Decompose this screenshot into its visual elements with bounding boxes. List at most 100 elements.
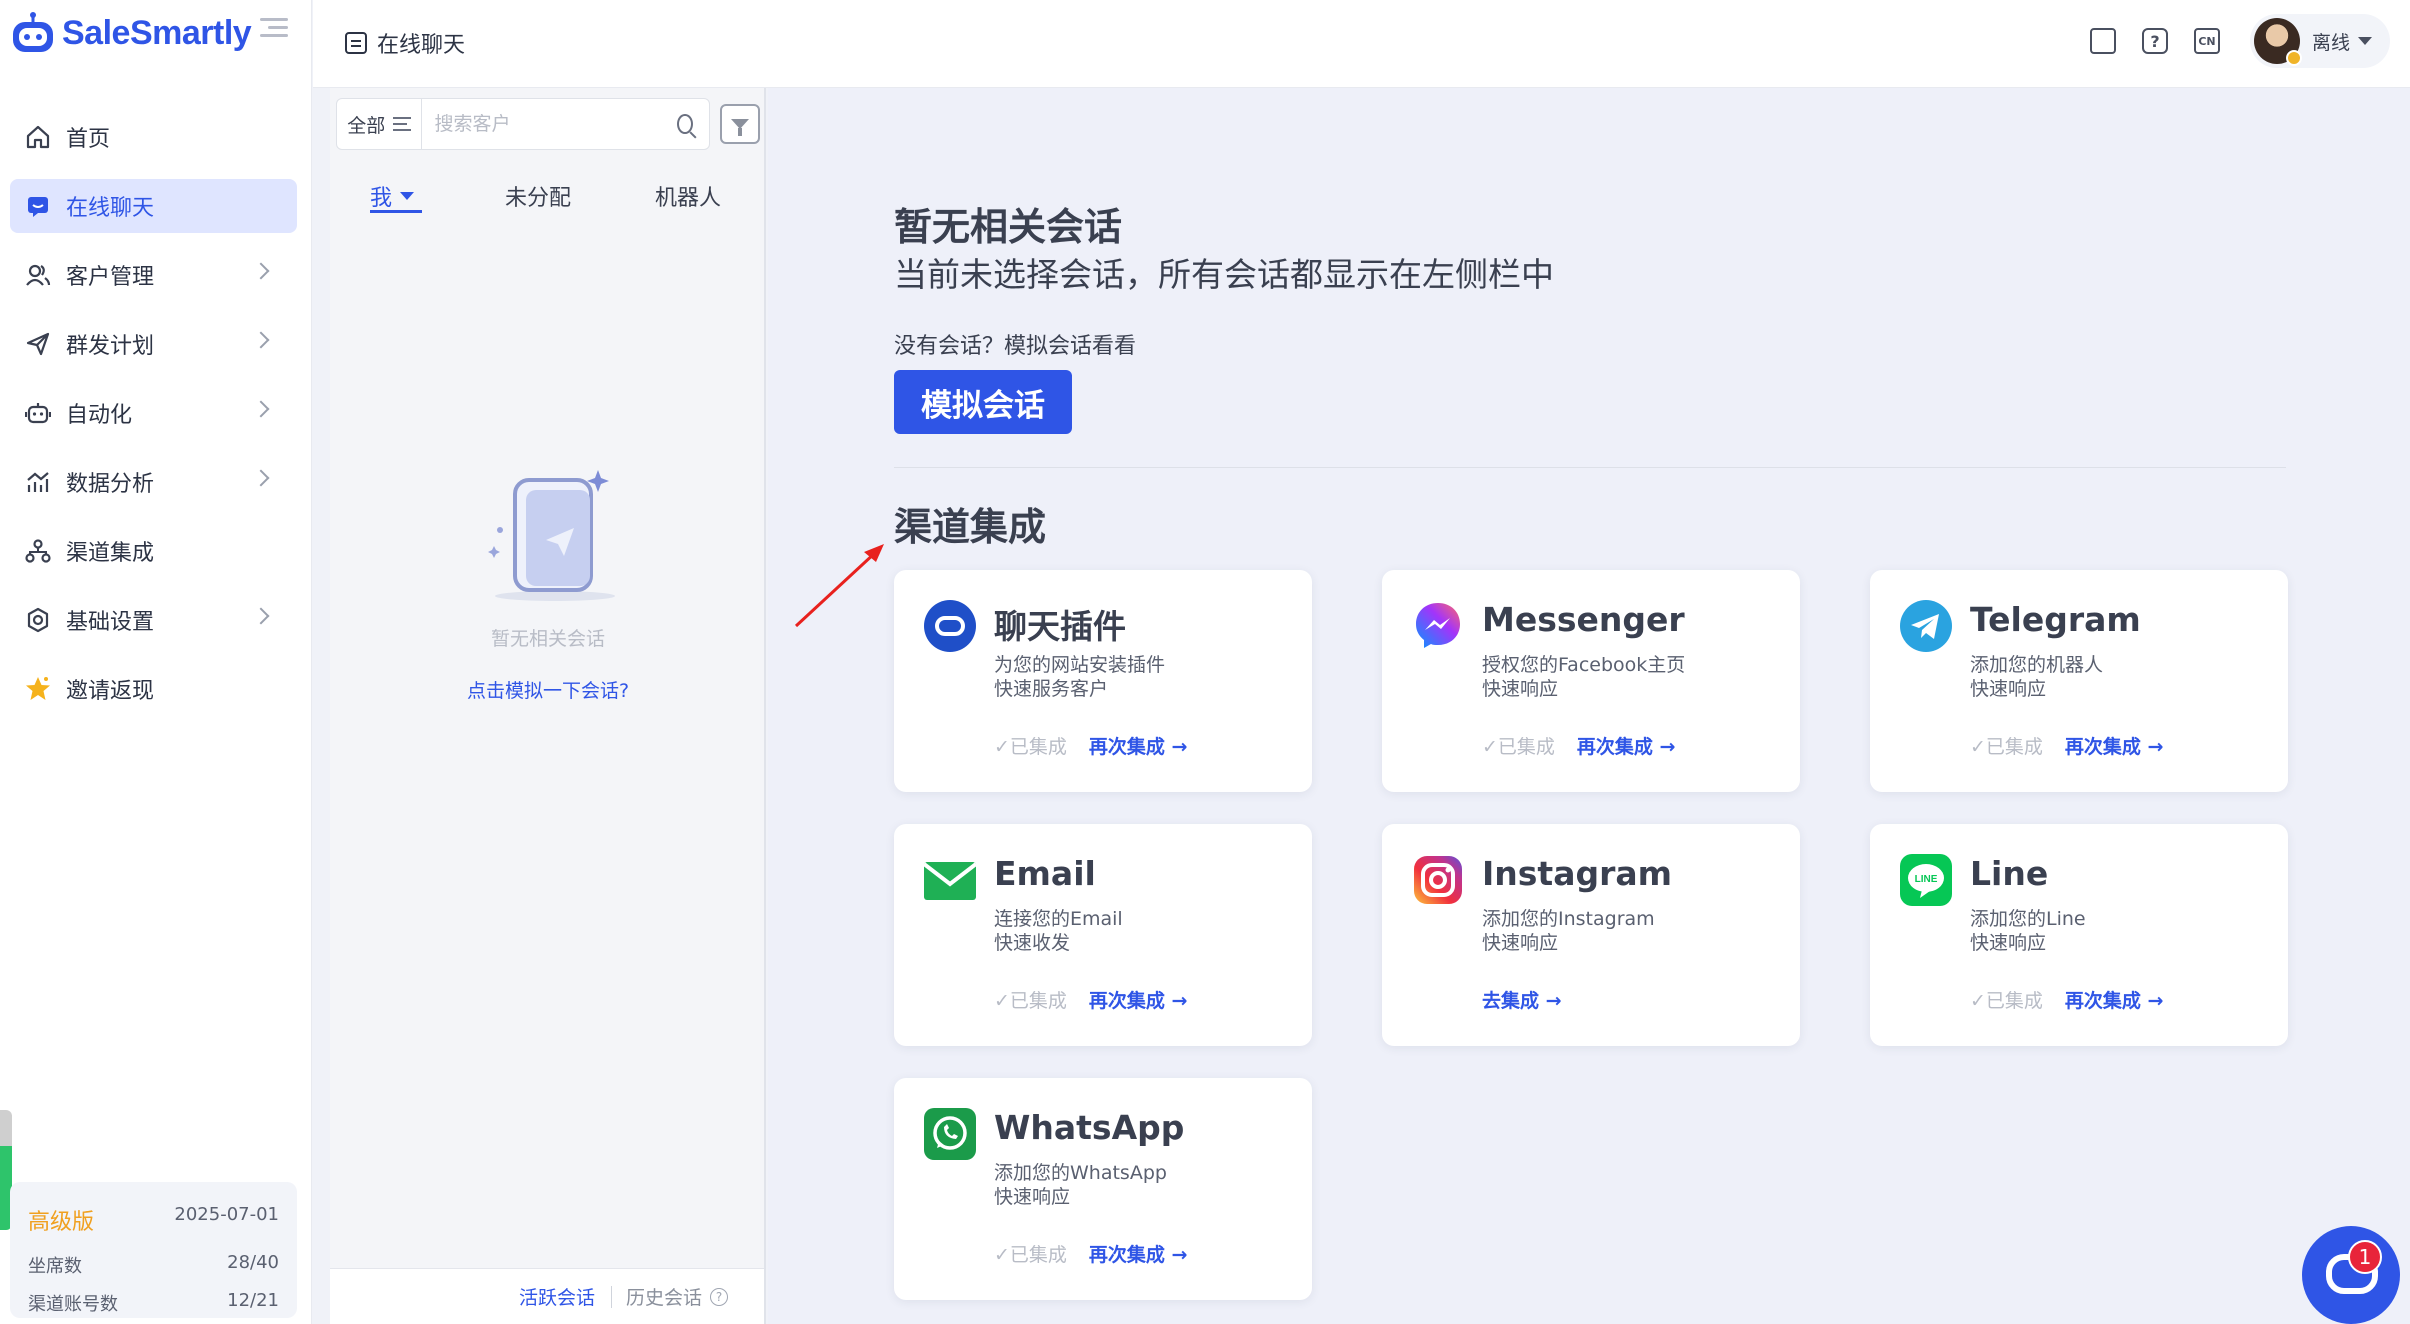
robot-icon [24, 399, 52, 427]
sidebar-item-label: 首页 [66, 127, 111, 152]
line-icon: LINE [1900, 854, 1952, 906]
reintegrate-link[interactable]: 再次集成 → [1089, 732, 1188, 759]
channel-description: 添加您的Instagram 快速响应 [1482, 908, 1655, 954]
user-status: 离线 [2312, 31, 2351, 54]
conversation-footer: 活跃会话 历史会话 ? [330, 1268, 764, 1324]
whatsapp-icon [924, 1108, 976, 1160]
sidebar-item-broadcast[interactable]: 群发计划 [10, 317, 297, 371]
channel-description: 添加您的机器人 快速响应 [1970, 654, 2104, 700]
list-filter-icon [393, 117, 412, 131]
channel-name: Line [1970, 854, 2049, 893]
channel-accounts-value: 12/21 [227, 1290, 279, 1311]
sidebar-item-live-chat[interactable]: 在线聊天 [10, 179, 297, 233]
instagram-icon [1412, 854, 1464, 906]
divider [610, 1285, 612, 1308]
active-conversations-link[interactable]: 活跃会话 [519, 1283, 595, 1310]
channel-name: Telegram [1970, 600, 2141, 639]
channels-icon [24, 537, 52, 565]
sidebar-item-label: 基础设置 [66, 610, 155, 635]
tab-mine[interactable]: 我 [370, 180, 415, 212]
support-chat-button[interactable] [2302, 1226, 2400, 1324]
sidebar-item-label: 在线聊天 [66, 196, 155, 221]
chart-icon [24, 468, 52, 496]
sidebar-item-settings[interactable]: 基础设置 [10, 593, 297, 647]
robot-logo-icon [13, 12, 53, 52]
channel-name: Email [994, 854, 1096, 893]
sidebar: SaleSmartly 首页 在线聊天 客户管理 群发计划 自动化 数据分析 渠… [0, 0, 312, 1324]
filter-dropdown[interactable]: 全部 [337, 99, 423, 149]
devices-icon[interactable] [2090, 28, 2116, 54]
channel-card-line[interactable]: LINE Line 添加您的Line 快速响应 ✓已集成 再次集成 → [1870, 824, 2288, 1046]
plan-name: 高级版 [28, 1210, 95, 1235]
channel-description: 添加您的Line 快速响应 [1970, 908, 2086, 954]
user-menu[interactable]: 离线 [2250, 14, 2390, 68]
simulate-conversation-button[interactable]: 模拟会话 [894, 370, 1072, 434]
reintegrate-link[interactable]: 再次集成 → [2065, 986, 2164, 1013]
annotation-arrow-icon [794, 544, 884, 628]
integrated-status: ✓已集成 [994, 736, 1067, 758]
sidebar-item-label: 客户管理 [66, 265, 155, 290]
chat-icon [345, 32, 367, 54]
plan-summary: 高级版 2025-07-01 坐席数 28/40 渠道账号数 12/21 [10, 1182, 297, 1318]
divider [894, 467, 2286, 468]
tab-unassigned[interactable]: 未分配 [505, 180, 571, 212]
simulate-conversation-link[interactable]: 点击模拟一下会话? [330, 676, 766, 703]
integrated-status: ✓已集成 [1970, 990, 2043, 1012]
sidebar-item-label: 渠道集成 [66, 541, 155, 566]
filter-button[interactable] [720, 104, 760, 144]
chat-plugin-icon [924, 600, 976, 652]
sidebar-item-label: 邀请返现 [66, 679, 155, 704]
active-tab-indicator [370, 210, 422, 213]
messenger-icon [1412, 600, 1464, 652]
sidebar-item-label: 数据分析 [66, 472, 155, 497]
sidebar-item-label: 群发计划 [66, 334, 155, 359]
language-icon[interactable]: CN [2194, 28, 2220, 54]
empty-subtitle: 当前未选择会话，所有会话都显示在左侧栏中 [894, 255, 1554, 294]
channel-description: 添加您的WhatsApp 快速响应 [994, 1162, 1167, 1208]
reintegrate-link[interactable]: 再次集成 → [1577, 732, 1676, 759]
channel-card-instagram[interactable]: Instagram 添加您的Instagram 快速响应 去集成 → [1382, 824, 1800, 1046]
telegram-icon [1900, 600, 1952, 652]
channel-name: 聊天插件 [994, 607, 1126, 646]
sidebar-item-channels[interactable]: 渠道集成 [10, 524, 297, 578]
channel-description: 为您的网站安装插件 快速服务客户 [994, 654, 1166, 700]
email-icon [924, 854, 976, 906]
notification-badge: 1 [2348, 1240, 2382, 1274]
caret-down-icon [400, 192, 415, 200]
channel-card-messenger[interactable]: Messenger 授权您的Facebook主页 快速响应 ✓已集成 再次集成 … [1382, 570, 1800, 792]
channel-card-whatsapp[interactable]: WhatsApp 添加您的WhatsApp 快速响应 ✓已集成 再次集成 → [894, 1078, 1312, 1300]
channel-accounts-label: 渠道账号数 [28, 1294, 118, 1315]
integrate-link[interactable]: 去集成 → [1482, 986, 1562, 1013]
sidebar-item-analytics[interactable]: 数据分析 [10, 455, 297, 509]
reintegrate-link[interactable]: 再次集成 → [1089, 986, 1188, 1013]
help-icon[interactable]: ? [2142, 28, 2168, 54]
chevron-right-icon [252, 607, 270, 625]
channel-description: 授权您的Facebook主页 快速响应 [1482, 654, 1686, 700]
chat-icon [24, 192, 52, 220]
reintegrate-link[interactable]: 再次集成 → [1089, 1240, 1188, 1267]
caret-down-icon [2358, 37, 2373, 45]
chevron-right-icon [252, 400, 270, 418]
reintegrate-link[interactable]: 再次集成 → [2065, 732, 2164, 759]
sidebar-item-referral[interactable]: 邀请返现 [10, 662, 297, 716]
channel-card-chat-plugin[interactable]: 聊天插件 为您的网站安装插件 快速服务客户 ✓已集成 再次集成 → [894, 570, 1312, 792]
empty-document-icon [488, 470, 615, 601]
collapse-menu-icon[interactable] [260, 18, 288, 40]
chevron-right-icon [252, 469, 270, 487]
help-icon: ? [710, 1287, 728, 1306]
page-title-text: 在线聊天 [377, 33, 466, 58]
tab-bot[interactable]: 机器人 [655, 180, 721, 212]
search-input[interactable] [422, 113, 678, 135]
integrated-status: ✓已集成 [994, 1244, 1067, 1266]
filter-label: 全部 [347, 114, 386, 137]
logo[interactable]: SaleSmartly [10, 10, 252, 56]
logo-text: SaleSmartly [62, 13, 252, 52]
channel-card-telegram[interactable]: Telegram 添加您的机器人 快速响应 ✓已集成 再次集成 → [1870, 570, 2288, 792]
sidebar-item-automation[interactable]: 自动化 [10, 386, 297, 440]
sidebar-item-customers[interactable]: 客户管理 [10, 248, 297, 302]
sidebar-item-home[interactable]: 首页 [10, 110, 297, 164]
channel-card-email[interactable]: Email 连接您的Email 快速收发 ✓已集成 再次集成 → [894, 824, 1312, 1046]
search-icon[interactable] [677, 114, 693, 134]
history-conversations-link[interactable]: 历史会话 ? [626, 1283, 728, 1310]
main-content: 暂无相关会话 当前未选择会话，所有会话都显示在左侧栏中 没有会话？模拟会话看看 … [768, 88, 2410, 1324]
